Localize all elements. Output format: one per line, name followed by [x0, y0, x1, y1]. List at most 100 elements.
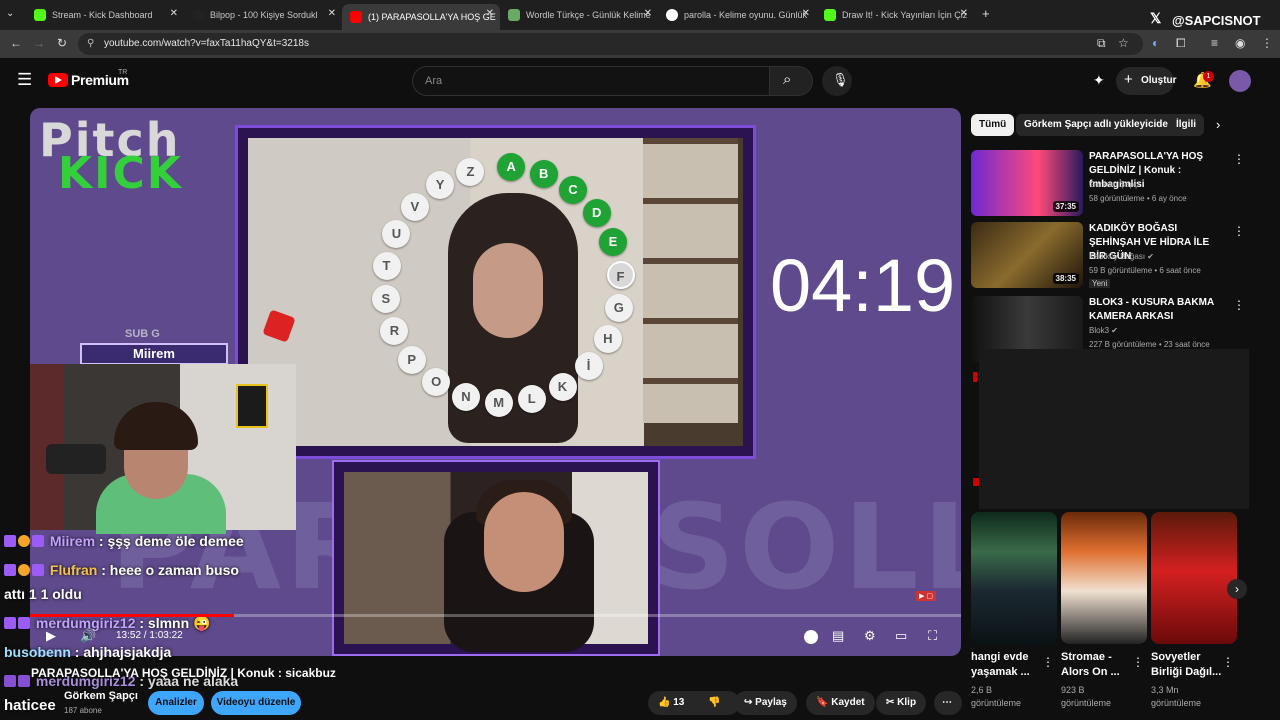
letter-tile-d: D	[582, 199, 611, 228]
notification-count-badge: 1	[1203, 71, 1214, 82]
chip-uploader[interactable]: Görkem Şapçı adlı yükleyiciden	[1016, 114, 1183, 136]
video-title[interactable]: BLOK3 - KUSURA BAKMA KAMERA ARKASI	[1089, 296, 1229, 324]
more-options-icon[interactable]: ⋮	[1222, 655, 1234, 669]
scissors-icon: ✂	[886, 697, 895, 708]
analytics-button[interactable]: Analizler	[148, 691, 204, 715]
tab-youtube-active[interactable]: (1) PARAPASOLLA'YA HOŞ GELİ ✕	[342, 4, 500, 30]
short-thumbnail[interactable]	[971, 512, 1057, 644]
search-button[interactable]: ⌕	[769, 66, 813, 96]
chip-all[interactable]: Tümü	[971, 114, 1015, 136]
tab-kick-dashboard[interactable]: Stream - Kick Dashboard ✕	[26, 4, 184, 26]
channel-name[interactable]: Kadıköy Boğası ✔	[1089, 252, 1154, 261]
save-button[interactable]: 🔖 Kaydet	[806, 691, 875, 715]
letter-tile-k: K	[548, 372, 577, 401]
clip-button[interactable]: ✂ Klip	[876, 691, 927, 715]
browser-menu-icon[interactable]: ⋮	[1261, 36, 1273, 50]
gemini-icon[interactable]: ✦	[1093, 72, 1105, 89]
hamburger-menu-icon[interactable]: ☰	[17, 70, 32, 90]
tab-wordle[interactable]: Wordle Türkçe - Günlük Kelime ✕	[500, 4, 658, 26]
sub-badge-icon	[4, 535, 16, 547]
clip-label: Klip	[897, 697, 917, 708]
address-bar[interactable]: ⚲ youtube.com/watch?v=faxTa11haQY&t=3218…	[78, 33, 1143, 55]
youtube-logo-icon[interactable]	[48, 73, 68, 87]
progress-bar[interactable]	[30, 614, 961, 617]
search-input[interactable]: Ara	[412, 66, 770, 96]
letter-tile-p: P	[397, 345, 426, 374]
kick-badge-icon	[32, 564, 44, 576]
microphone-prop	[46, 444, 106, 474]
tab-parolla[interactable]: parolla - Kelime oyunu. Günlük ✕	[658, 4, 816, 26]
short-thumbnail[interactable]	[1061, 512, 1147, 644]
more-options-icon[interactable]: ⋮	[1233, 224, 1245, 238]
subtitles-icon[interactable]: ▤	[832, 628, 844, 644]
edit-video-button[interactable]: Videoyu düzenle	[211, 691, 301, 715]
tab-search-icon[interactable]: ⌄	[6, 8, 14, 19]
more-actions-button[interactable]: ⋯	[934, 691, 962, 715]
cohost-face	[484, 492, 564, 592]
create-button[interactable]: + Oluştur	[1116, 67, 1177, 95]
recommended-video[interactable]: 37:35 PARAPASOLLA'YA HOŞ GELDİNİZ | Konu…	[971, 150, 1251, 216]
close-tab-icon[interactable]: ✕	[170, 8, 178, 19]
more-options-icon[interactable]: ⋮	[1042, 655, 1054, 669]
short-title[interactable]: Sovyetler Birliği Dağıl...	[1151, 650, 1231, 680]
theater-mode-icon[interactable]: ▭	[895, 628, 907, 644]
avatar[interactable]	[1229, 70, 1251, 92]
site-info-icon[interactable]: ⚲	[87, 33, 94, 55]
close-tab-icon[interactable]: ✕	[802, 8, 810, 19]
back-arrow-icon[interactable]: ←	[10, 36, 22, 50]
letter-tile-h: H	[593, 325, 622, 354]
video-thumbnail[interactable]: 38:35	[971, 222, 1083, 288]
partial-thumb	[973, 372, 977, 382]
reload-icon[interactable]: ↻	[57, 36, 67, 50]
bookmark-star-icon[interactable]: ☆	[1118, 36, 1129, 50]
share-label: Paylaş	[755, 697, 787, 708]
short-views: 2,6 B görüntüleme	[971, 685, 1022, 708]
channel-name[interactable]: Blok3 ✔	[1089, 326, 1118, 335]
settings-gear-icon[interactable]: ⚙	[864, 628, 876, 644]
more-options-icon[interactable]: ⋮	[1233, 298, 1245, 312]
share-button[interactable]: ↪ Paylaş	[734, 691, 797, 715]
region-label: TR	[118, 69, 128, 76]
extensions-puzzle-icon[interactable]: ⧠	[1176, 36, 1186, 51]
channel-name[interactable]: Görkem Şapçı	[1089, 180, 1140, 189]
youtube-header: ☰ Premium TR Ara ⌕ 🎙 ✦ + Oluştur 🔔 1	[0, 58, 1280, 104]
media-controls-icon[interactable]: ≡	[1211, 36, 1218, 50]
play-button[interactable]: ▶	[46, 628, 56, 644]
kick-badge-icon	[32, 535, 44, 547]
short-title[interactable]: hangi evde yaşamak ...	[971, 650, 1051, 680]
close-tab-icon[interactable]: ✕	[960, 8, 968, 19]
profile-icon[interactable]: ◉	[1235, 36, 1245, 50]
install-app-icon[interactable]: ⧉	[1097, 36, 1106, 51]
short-thumbnail[interactable]	[1151, 512, 1237, 644]
recommended-video[interactable]: 38:35 KADIKÖY BOĞASI ŞEHİNŞAH VE HİDRA İ…	[971, 222, 1251, 288]
short-title[interactable]: Stromae - Alors On ...	[1061, 650, 1141, 680]
tab-draw-it[interactable]: Draw It! - Kick Yayınları İçin Çiz ✕	[816, 4, 974, 26]
tab-title: (1) PARAPASOLLA'YA HOŞ GELİ	[368, 12, 496, 22]
chip-related[interactable]: İlgili	[1168, 114, 1204, 136]
close-tab-icon[interactable]: ✕	[486, 8, 494, 19]
parolla-favicon-icon	[666, 9, 678, 21]
close-tab-icon[interactable]: ✕	[644, 8, 652, 19]
chips-next-chevron-icon[interactable]: ›	[1216, 117, 1220, 132]
kick-badge-icon	[18, 675, 30, 687]
tab-title: parolla - Kelime oyunu. Günlük	[684, 10, 808, 20]
more-options-icon[interactable]: ⋮	[1233, 152, 1245, 166]
fullscreen-icon[interactable]: ⛶	[928, 628, 937, 644]
more-options-icon[interactable]: ⋮	[1132, 655, 1144, 669]
extension-icon[interactable]: ◐	[1152, 36, 1159, 50]
sub-goal-tag: SUB G	[125, 328, 160, 340]
close-tab-icon[interactable]: ✕	[328, 8, 336, 19]
new-tab-plus-icon[interactable]: +	[982, 6, 990, 21]
forward-arrow-icon[interactable]: →	[33, 36, 45, 50]
thumbs-down-icon[interactable]: 👎	[708, 691, 720, 715]
shorts-next-chevron-icon[interactable]: ›	[1227, 579, 1247, 599]
voice-search-button[interactable]: 🎙	[822, 66, 852, 96]
tab-bilpop[interactable]: Bilpop - 100 Kişiye Sordukl ✕	[184, 4, 342, 26]
autoplay-toggle[interactable]	[804, 630, 818, 644]
chat-message: Miirem : şşş deme öle demee	[4, 533, 244, 549]
volume-icon[interactable]: 🔊	[80, 628, 96, 644]
channel-name[interactable]: Görkem Şapçı	[64, 690, 138, 702]
thumbs-up-icon[interactable]: 👍	[658, 697, 670, 708]
letter-tile-t: T	[372, 252, 401, 281]
video-thumbnail[interactable]: 37:35	[971, 150, 1083, 216]
